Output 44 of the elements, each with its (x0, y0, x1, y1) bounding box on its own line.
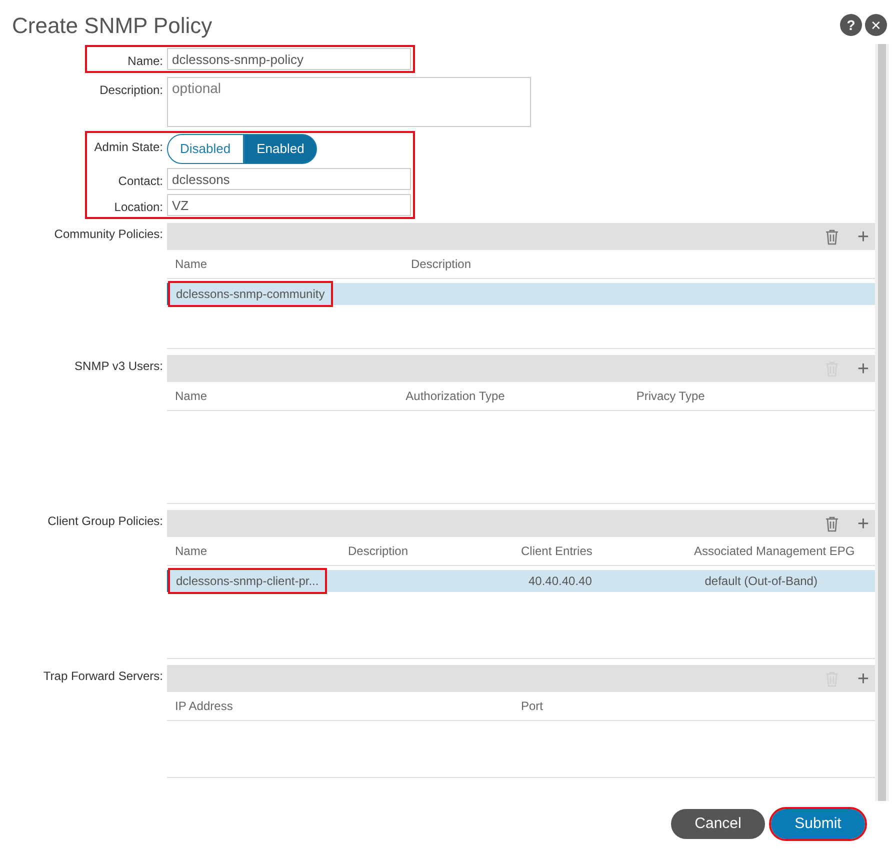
table-cell: dclessons-snmp-client-pr... (170, 570, 325, 592)
text-field[interactable]: dclessons-snmp-policy (167, 48, 411, 70)
field-label: Name: (126, 53, 163, 70)
trash-icon[interactable] (825, 228, 840, 244)
field-label: Description: (98, 82, 163, 99)
dialog-title: Create SNMP Policy (12, 12, 212, 40)
description-field[interactable]: optional (167, 77, 531, 127)
column-header: Privacy Type (636, 388, 706, 405)
column-header: IP Address (175, 698, 234, 715)
section-label: Trap Forward Servers: (42, 668, 163, 685)
column-header: Name (175, 543, 208, 560)
section-label: Community Policies: (53, 226, 163, 243)
column-header: Client Entries (521, 543, 594, 560)
column-header: Name (175, 388, 208, 405)
section-label: SNMP v3 Users: (74, 358, 163, 375)
add-button[interactable]: + (857, 358, 869, 378)
toggle-option[interactable]: Disabled (167, 134, 244, 164)
help-button[interactable]: ? (840, 14, 862, 36)
column-header: Description (348, 543, 410, 560)
text-field[interactable]: dclessons (167, 168, 411, 190)
scrollbar[interactable] (875, 44, 889, 801)
table-cell-text: default (Out-of-Band) (704, 573, 818, 590)
column-header: Associated Management EPG (694, 543, 856, 560)
table-row[interactable]: dclessons-snmp-community (167, 283, 875, 305)
close-button[interactable]: ✕ (865, 14, 887, 36)
field-label: Contact: (117, 173, 163, 190)
column-header: Name (175, 256, 208, 273)
field-label: Admin State: (93, 139, 163, 156)
table-cell: dclessons-snmp-community (170, 283, 331, 305)
column-header: Port (521, 698, 544, 715)
trash-icon[interactable] (825, 516, 840, 532)
add-button[interactable]: + (857, 226, 869, 246)
add-button[interactable]: + (857, 514, 869, 534)
add-button[interactable]: + (857, 668, 869, 688)
column-header: Authorization Type (406, 388, 506, 405)
table-cell-text: 40.40.40.40 (528, 573, 593, 590)
toggle-option[interactable]: Enabled (244, 134, 318, 164)
table-row[interactable]: dclessons-snmp-client-pr... 40.40.40.40 default (Out-of-Band) (167, 570, 875, 592)
submit-button[interactable]: Submit (771, 809, 865, 839)
text-field[interactable]: VZ (167, 194, 411, 216)
section-label: Client Group Policies: (46, 513, 163, 530)
column-header: Description (411, 256, 472, 273)
field-label: Location: (113, 199, 163, 216)
cancel-button[interactable]: Cancel (671, 809, 765, 839)
